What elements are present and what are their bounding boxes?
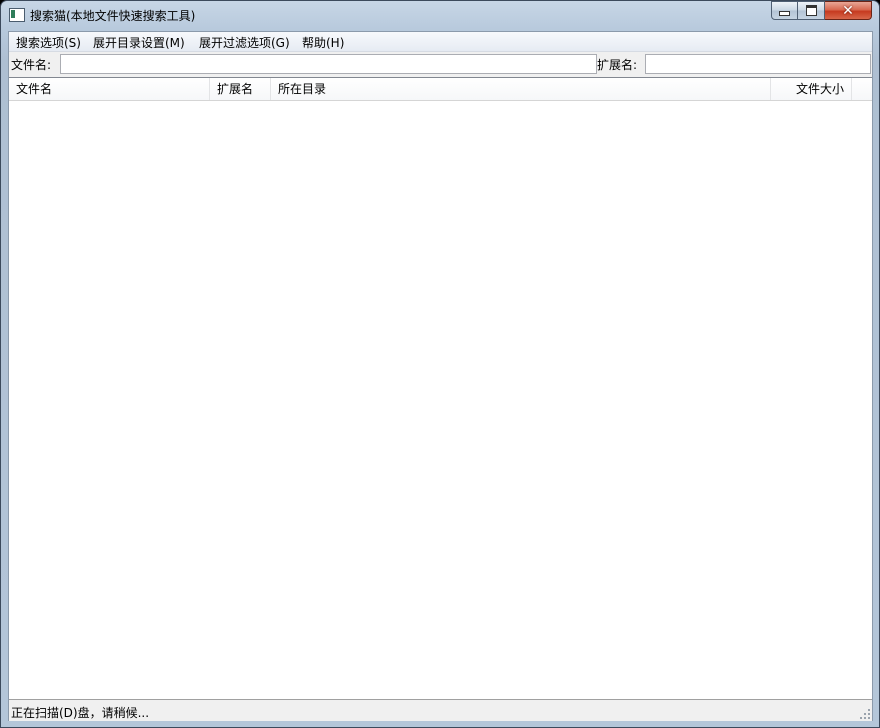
client-area: 搜索选项(S) 展开目录设置(M) 展开过滤选项(G) 帮助(H) 文件名: 扩… (8, 31, 873, 721)
column-header-directory[interactable]: 所在目录 (271, 78, 771, 100)
column-header-filesize[interactable]: 文件大小 (771, 78, 852, 100)
results-list[interactable]: 文件名 扩展名 所在目录 文件大小 (9, 77, 872, 700)
resize-grip-icon[interactable] (860, 709, 870, 719)
window-title: 搜索猫(本地文件快速搜索工具) (30, 9, 196, 23)
menu-bar: 搜索选项(S) 展开目录设置(M) 展开过滤选项(G) 帮助(H) (9, 32, 872, 52)
menu-expand-directory[interactable]: 展开目录设置(M) (91, 34, 187, 51)
column-header-filler (852, 78, 872, 100)
maximize-icon (805, 5, 817, 16)
app-window: 搜索猫(本地文件快速搜索工具) ✕ 搜索选项(S) 展开目录设置(M) 展开过滤… (0, 0, 880, 728)
status-text: 正在扫描(D)盘，请稍候... (11, 706, 150, 720)
maximize-button[interactable] (798, 1, 825, 20)
status-bar: 正在扫描(D)盘，请稍候... (9, 699, 872, 721)
close-icon: ✕ (842, 2, 854, 19)
column-header-extension[interactable]: 扩展名 (210, 78, 271, 100)
menu-expand-filter[interactable]: 展开过滤选项(G) (197, 34, 292, 51)
close-button[interactable]: ✕ (825, 1, 872, 20)
app-icon[interactable] (9, 8, 25, 22)
column-header-filename[interactable]: 文件名 (9, 78, 210, 100)
filename-label: 文件名: (11, 58, 52, 72)
filename-input[interactable] (60, 54, 597, 74)
extension-input[interactable] (645, 54, 871, 74)
filter-bar: 文件名: 扩展名: (9, 52, 872, 76)
minimize-button[interactable] (771, 1, 798, 20)
menu-search-options[interactable]: 搜索选项(S) (14, 34, 83, 51)
menu-help[interactable]: 帮助(H) (300, 34, 346, 51)
title-bar[interactable]: 搜索猫(本地文件快速搜索工具) ✕ (1, 1, 879, 31)
list-header: 文件名 扩展名 所在目录 文件大小 (9, 78, 872, 101)
extension-label: 扩展名: (597, 58, 638, 72)
minimize-icon (779, 11, 790, 16)
